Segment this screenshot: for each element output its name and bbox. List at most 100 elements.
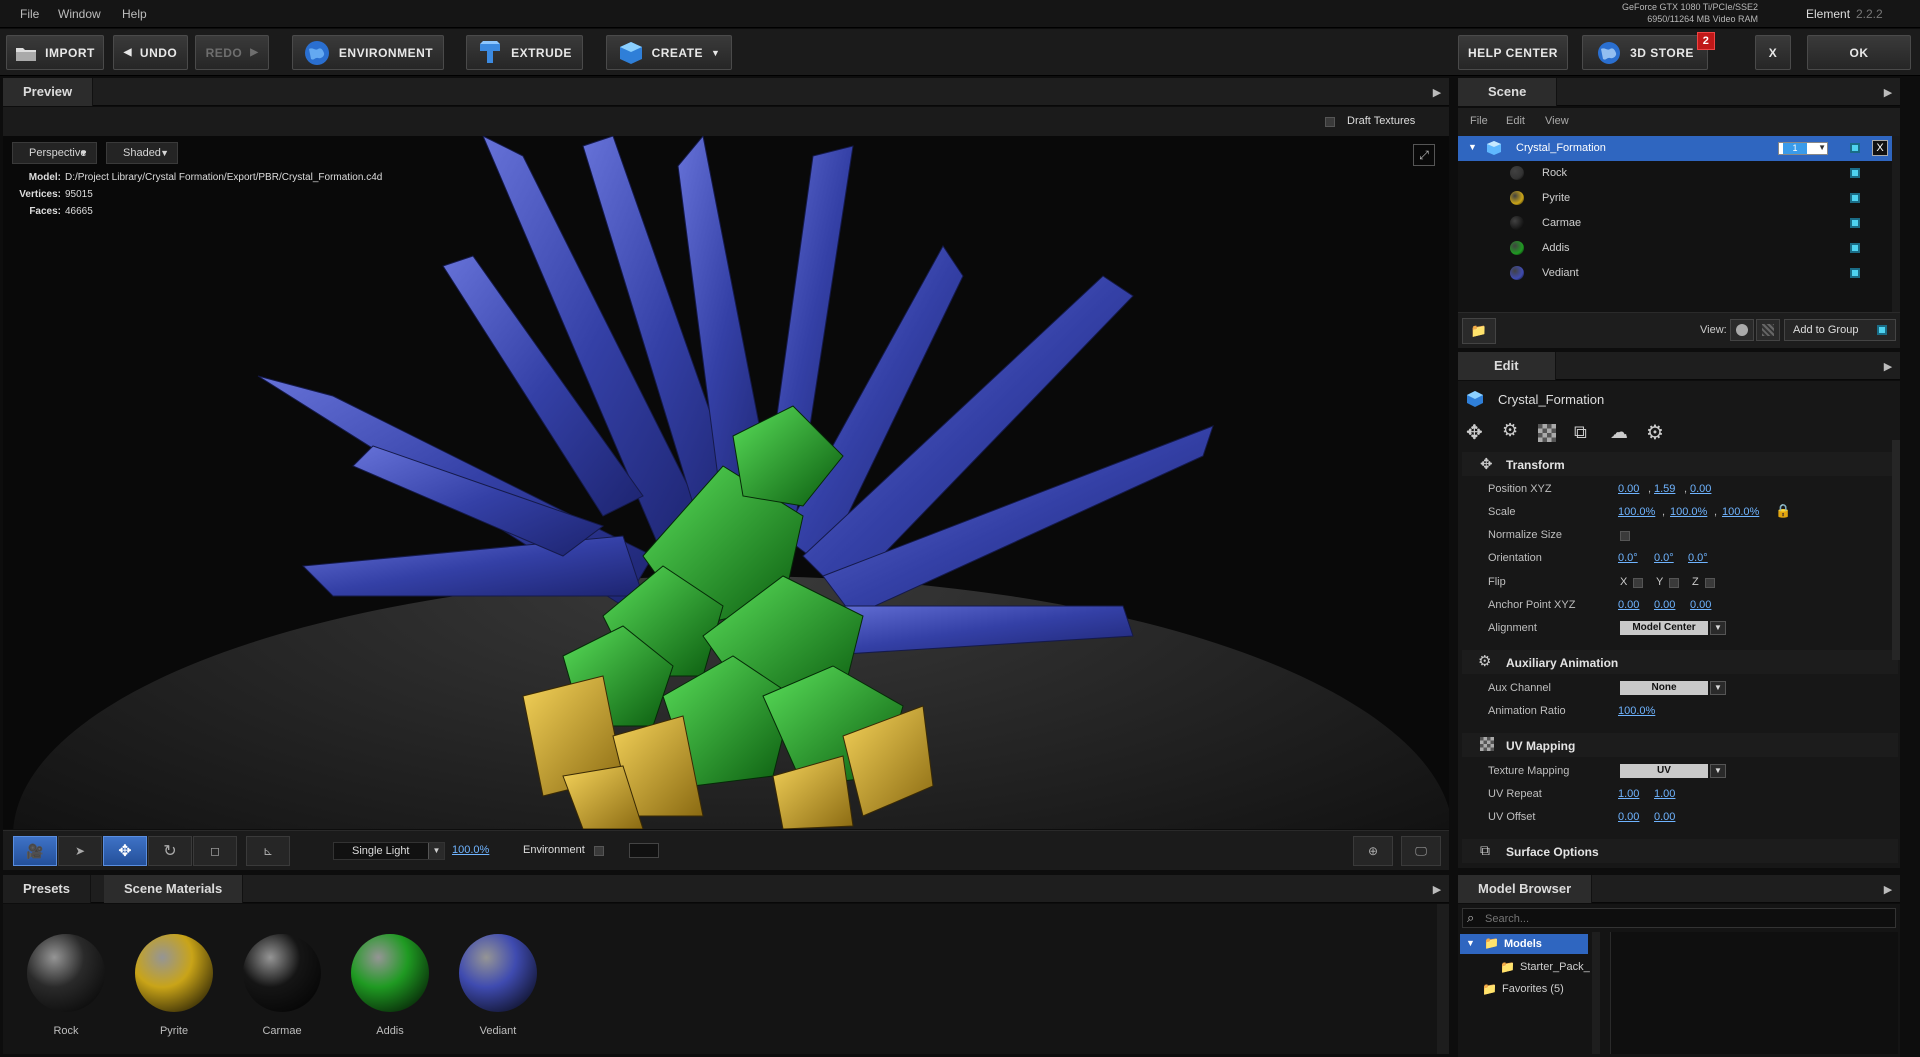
copy-icon[interactable]: ⧉ [1574,422,1587,443]
scene-material-row[interactable]: Carmae [1458,211,1900,236]
add-folder-icon[interactable]: 📁 [1462,318,1496,344]
environment-checkbox[interactable] [594,846,604,856]
visibility-toggle[interactable] [1850,168,1860,178]
anchor-z[interactable]: 0.00 [1690,599,1711,611]
extrude-button[interactable]: EXTRUDE [466,35,583,70]
move-icon[interactable]: ✥ [1466,420,1483,445]
tab-scene-materials[interactable]: Scene Materials [104,875,244,903]
scene-menu-view[interactable]: View [1545,115,1569,127]
fullscreen-icon[interactable]: ⤢ [1413,144,1435,166]
camera-dropdown[interactable]: Perspective ▼ [12,142,97,164]
aux-channel-dropdown[interactable]: None [1620,681,1708,695]
tab-scene[interactable]: Scene [1458,78,1558,106]
tree-item-starter-pack[interactable]: Starter_Pack_ [1520,961,1590,973]
flip-x-checkbox[interactable] [1633,578,1643,588]
add-to-group-toggle[interactable] [1877,325,1887,335]
draft-textures-checkbox[interactable] [1325,117,1335,127]
scale-y[interactable]: 100.0% [1670,506,1707,518]
create-button[interactable]: CREATE ▼ [606,35,732,70]
chevron-down-icon[interactable]: ▼ [1710,621,1726,635]
visibility-toggle[interactable] [1850,243,1860,253]
alignment-dropdown[interactable]: Model Center [1620,621,1708,635]
scene-root-row[interactable]: ▼ Crystal_Formation 1 ▼ X [1458,136,1900,161]
visibility-toggle[interactable] [1850,218,1860,228]
redo-button[interactable]: REDO ▶ [195,35,269,70]
add-to-group-button[interactable]: Add to Group [1784,319,1896,341]
expand-triangle-icon[interactable]: ▼ [1466,938,1475,948]
close-button[interactable]: X [1755,35,1791,70]
position-z[interactable]: 0.00 [1690,483,1711,495]
panel-expand-icon[interactable]: ▶ [1878,352,1898,380]
flip-z-checkbox[interactable] [1705,578,1715,588]
visibility-toggle[interactable] [1850,268,1860,278]
import-button[interactable]: IMPORT [6,35,104,70]
checker-icon[interactable] [1538,424,1556,442]
help-center-button[interactable]: HELP CENTER [1458,35,1568,70]
tree-item-favorites[interactable]: Favorites (5) [1502,983,1564,995]
material-preview-sphere[interactable] [351,934,429,1012]
environment-swatch[interactable] [629,843,659,858]
uv-offset-v[interactable]: 0.00 [1654,811,1675,823]
rotate-tool-button[interactable]: ↻ [148,836,192,866]
menu-help[interactable]: Help [122,7,147,21]
chevron-down-icon[interactable]: ▼ [1710,764,1726,778]
tab-preview[interactable]: Preview [3,78,94,106]
scene-material-row[interactable]: Vediant [1458,261,1900,286]
gears-icon[interactable]: ⚙ [1502,420,1518,441]
animation-ratio-value[interactable]: 100.0% [1618,705,1655,717]
camera-tool-button[interactable]: 🎥 [13,836,57,866]
materials-scrollbar[interactable] [1437,904,1449,1054]
chevron-down-icon[interactable]: ▼ [1710,681,1726,695]
environment-button[interactable]: ENVIRONMENT [292,35,444,70]
store-button[interactable]: 3D STORE 2 [1582,32,1715,70]
search-input[interactable] [1485,911,1885,926]
position-y[interactable]: 1.59 [1654,483,1675,495]
position-x[interactable]: 0.00 [1618,483,1639,495]
light-intensity-value[interactable]: 100.0% [452,844,489,856]
anchor-x[interactable]: 0.00 [1618,599,1639,611]
display-button[interactable]: 🖵 [1401,836,1441,866]
menu-file[interactable]: File [20,7,39,21]
scene-menu-edit[interactable]: Edit [1506,115,1525,127]
scale-z[interactable]: 100.0% [1722,506,1759,518]
expand-triangle-icon[interactable]: ▼ [1468,142,1477,152]
orientation-y[interactable]: 0.0° [1654,552,1674,564]
orientation-z[interactable]: 0.0° [1688,552,1708,564]
tab-presets[interactable]: Presets [3,875,91,903]
visibility-toggle[interactable] [1850,193,1860,203]
view-grid-button[interactable] [1756,319,1780,341]
settings-icon[interactable]: ⚙ [1646,420,1664,445]
material-preview-sphere[interactable] [459,934,537,1012]
select-tool-button[interactable]: ➤ [58,836,102,866]
uv-offset-u[interactable]: 0.00 [1618,811,1639,823]
material-preview-sphere[interactable] [135,934,213,1012]
menu-window[interactable]: Window [58,7,101,21]
uv-repeat-v[interactable]: 1.00 [1654,788,1675,800]
scale-tool-button[interactable]: ◻ [193,836,237,866]
panel-expand-icon[interactable]: ▶ [1427,78,1447,106]
material-preview-sphere[interactable] [243,934,321,1012]
axis-tool-button[interactable]: ⊾ [246,836,290,866]
tree-scrollbar[interactable] [1592,932,1600,1054]
view-sphere-button[interactable] [1730,319,1754,341]
edit-scrollbar[interactable] [1892,440,1900,660]
light-mode-dropdown[interactable]: Single Light ▼ [333,842,445,860]
scene-material-row[interactable]: Rock [1458,161,1900,186]
texture-mapping-dropdown[interactable]: UV [1620,764,1708,778]
uv-repeat-u[interactable]: 1.00 [1618,788,1639,800]
material-preview-sphere[interactable] [27,934,105,1012]
group-dropdown[interactable]: 1 ▼ [1778,142,1828,155]
scene-material-row[interactable]: Pyrite [1458,186,1900,211]
lock-icon[interactable]: 🔒 [1775,503,1791,519]
scene-scrollbar[interactable] [1892,136,1900,312]
3d-viewport[interactable]: Perspective ▼ Shaded ▼ Model: D:/Project Li… [3,136,1449,829]
tab-edit[interactable]: Edit [1458,352,1556,380]
scene-material-row[interactable]: Addis [1458,236,1900,261]
surface-icon[interactable]: ☁ [1610,422,1628,443]
panel-expand-icon[interactable]: ▶ [1878,875,1898,903]
visibility-toggle[interactable] [1850,143,1860,153]
anchor-y[interactable]: 0.00 [1654,599,1675,611]
tab-model-browser[interactable]: Model Browser [1458,875,1593,903]
orientation-x[interactable]: 0.0° [1618,552,1638,564]
scale-x[interactable]: 100.0% [1618,506,1655,518]
